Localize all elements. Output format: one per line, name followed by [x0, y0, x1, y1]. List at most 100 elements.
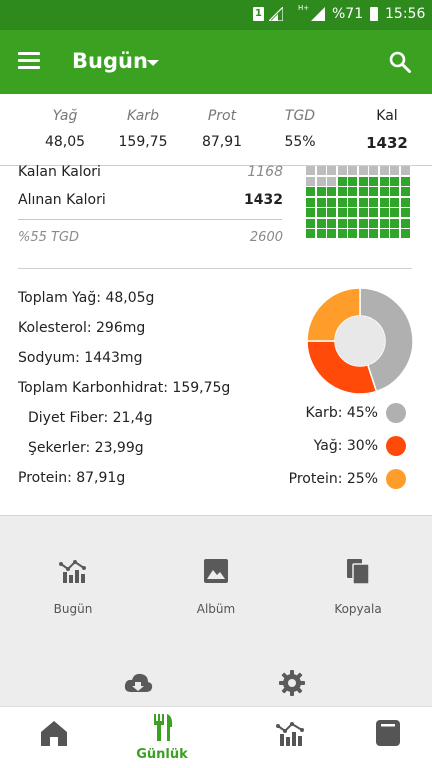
waffle-cell	[316, 197, 326, 207]
macro-protein: Prot 87,91	[201, 108, 243, 150]
waffle-cell	[306, 176, 315, 186]
waffle-cell	[379, 166, 389, 175]
waffle-cell	[316, 208, 326, 217]
waffle-cell	[327, 208, 336, 217]
waffle-cell	[390, 208, 399, 217]
clock: 15:56	[385, 6, 426, 22]
waffle-cell	[400, 197, 410, 207]
nav-diary[interactable]: Günlük	[108, 707, 216, 768]
waffle-cell	[400, 166, 410, 175]
divider	[18, 219, 282, 220]
waffle-cell	[306, 197, 315, 207]
macro-donut-chart	[306, 287, 414, 395]
waffle-cell	[358, 218, 368, 228]
waffle-cell	[348, 187, 357, 196]
waffle-cell	[316, 166, 326, 175]
network-type-label: H+	[298, 4, 310, 12]
battery-percent: %71	[332, 6, 364, 22]
macro-summary: Yağ 48,05 Karb 159,75 Prot 87,91 TGD 55%…	[0, 94, 432, 166]
signal-icon	[311, 7, 325, 21]
waffle-cell	[400, 208, 410, 217]
waffle-cell	[400, 187, 410, 196]
waffle-cell	[348, 197, 357, 207]
target-calories-row: %55 TGD 2600	[18, 230, 283, 245]
nutrient-protein: Protein: 87,91g	[18, 470, 126, 486]
waffle-cell	[358, 166, 368, 175]
nav-reports[interactable]	[237, 707, 345, 768]
waffle-cell	[327, 176, 336, 186]
waffle-cell	[379, 176, 389, 186]
image-icon	[204, 559, 228, 583]
waffle-cell	[327, 166, 336, 175]
cutlery-icon	[154, 714, 173, 741]
cloud-download-icon[interactable]	[123, 668, 153, 698]
waffle-cell	[337, 166, 347, 175]
copy-icon	[347, 559, 370, 585]
waffle-cell	[306, 229, 315, 238]
waffle-cell	[337, 208, 347, 217]
legend-swatch	[386, 436, 406, 456]
app-bar: Bugün	[0, 30, 432, 94]
macro-tgd: TGD 55%	[284, 108, 316, 150]
waffle-cell	[369, 176, 378, 186]
menu-icon[interactable]	[18, 52, 40, 70]
waffle-cell	[390, 229, 399, 238]
waffle-cell	[337, 197, 347, 207]
bottom-navigation: Günlük	[0, 706, 432, 768]
waffle-cell	[400, 218, 410, 228]
waffle-cell	[337, 229, 347, 238]
nav-notebook[interactable]	[334, 707, 432, 768]
macro-calories: Kal 1432	[366, 108, 408, 152]
waffle-cell	[369, 197, 378, 207]
waffle-cell	[337, 218, 347, 228]
waffle-cell	[400, 229, 410, 238]
nutrient-total-carb: Toplam Karbonhidrat: 159,75g	[18, 380, 231, 396]
waffle-cell	[379, 229, 389, 238]
waffle-cell	[379, 197, 389, 207]
waffle-cell	[369, 208, 378, 217]
waffle-cell	[327, 218, 336, 228]
waffle-cell	[306, 208, 315, 217]
waffle-cell	[337, 176, 347, 186]
waffle-cell	[379, 208, 389, 217]
remaining-calories-row: Kalan Kalori 1168	[18, 164, 283, 180]
waffle-cell	[369, 187, 378, 196]
nutrient-fiber: Diyet Fiber: 21,4g	[28, 410, 153, 426]
waffle-cell	[348, 166, 357, 175]
nutrient-cholesterol: Kolesterol: 296mg	[18, 320, 146, 336]
today-button[interactable]: Bugün	[18, 556, 128, 616]
waffle-cell	[358, 197, 368, 207]
legend-swatch	[386, 403, 406, 423]
waffle-cell	[348, 176, 357, 186]
nutrient-total-fat: Toplam Yağ: 48,05g	[18, 290, 155, 306]
waffle-cell	[369, 218, 378, 228]
gear-icon[interactable]	[277, 668, 307, 698]
waffle-cell	[327, 187, 336, 196]
notebook-icon	[376, 720, 400, 746]
waffle-cell	[390, 176, 399, 186]
waffle-cell	[400, 176, 410, 186]
chart-icon	[59, 560, 86, 583]
waffle-cell	[306, 166, 315, 175]
signal-icon	[269, 7, 283, 21]
waffle-cell	[306, 187, 315, 196]
copy-button[interactable]: Kopyala	[303, 556, 413, 616]
donut-hole	[335, 316, 385, 366]
waffle-cell	[348, 229, 357, 238]
waffle-cell	[358, 187, 368, 196]
waffle-cell	[358, 208, 368, 217]
waffle-cell	[390, 187, 399, 196]
waffle-cell	[358, 229, 368, 238]
waffle-cell	[316, 187, 326, 196]
consumed-calories-row: Alınan Kalori 1432	[18, 192, 283, 208]
search-icon[interactable]	[388, 50, 412, 74]
legend-swatch	[386, 469, 406, 489]
waffle-cell	[369, 166, 378, 175]
album-button[interactable]: Albüm	[161, 556, 271, 616]
waffle-cell	[369, 229, 378, 238]
waffle-cell	[316, 229, 326, 238]
page-title[interactable]: Bugün	[72, 49, 148, 73]
waffle-cell	[390, 166, 399, 175]
nav-home[interactable]	[0, 707, 108, 768]
chevron-down-icon[interactable]	[147, 60, 159, 66]
